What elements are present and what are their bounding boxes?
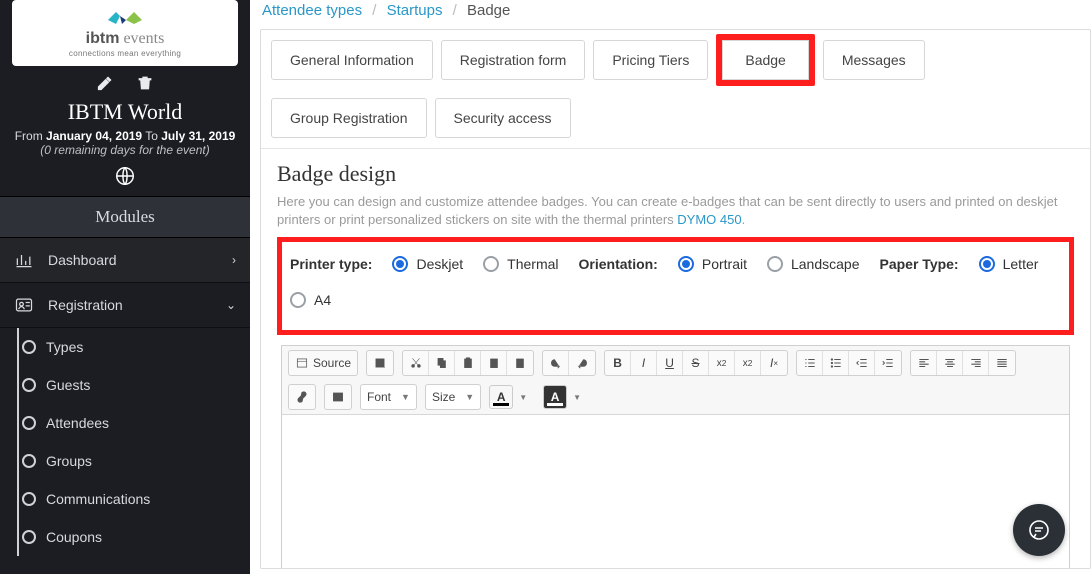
tabs: General Information Registration form Pr… (261, 30, 1090, 149)
tree-item-communications[interactable]: Communications (18, 480, 250, 518)
paste-word-button[interactable]: W (507, 351, 533, 375)
panel: General Information Registration form Pr… (260, 29, 1091, 569)
chart-icon (14, 250, 34, 270)
event-dates: From January 04, 2019 To July 31, 2019 (… (10, 129, 240, 157)
registration-tree: Types Guests Attendees Groups Communicat… (8, 328, 250, 556)
section-title: Badge design (277, 161, 1074, 187)
outdent-button[interactable] (849, 351, 875, 375)
badge-options: Printer type: Deskjet Thermal Orientatio… (277, 237, 1074, 335)
tab-registration-form[interactable]: Registration form (441, 40, 586, 80)
text-color-button[interactable]: A (489, 385, 513, 409)
user-card-icon (14, 295, 34, 315)
chevron-down-icon: ▼ (401, 392, 410, 402)
radio-deskjet[interactable]: Deskjet (392, 256, 463, 272)
bg-color-button[interactable]: A (543, 385, 567, 409)
logo-card: ibtm events connections mean everything (12, 0, 238, 66)
main-content: Attendee types / Startups / Badge Genera… (250, 0, 1091, 574)
radio-thermal[interactable]: Thermal (483, 256, 558, 272)
indent-button[interactable] (875, 351, 901, 375)
numbered-list-button[interactable] (797, 351, 823, 375)
editor-body[interactable] (282, 415, 1069, 569)
radio-icon (392, 256, 408, 272)
dymo-link[interactable]: DYMO 450 (677, 212, 741, 227)
tab-messages[interactable]: Messages (823, 40, 925, 80)
editor-toolbar: Source W (282, 346, 1069, 415)
source-button[interactable]: Source (289, 351, 357, 375)
image-button[interactable] (325, 385, 351, 409)
paper-type-label: Paper Type: (880, 256, 959, 272)
trash-icon[interactable] (136, 74, 154, 95)
nav-registration[interactable]: Registration ⌄ (0, 283, 250, 328)
help-text: Here you can design and customize attend… (277, 193, 1074, 229)
event-title: IBTM World (10, 99, 240, 125)
chevron-down-icon: ⌄ (226, 298, 236, 312)
tab-security-access[interactable]: Security access (435, 98, 571, 138)
align-justify-button[interactable] (989, 351, 1015, 375)
size-select[interactable]: Size▼ (425, 384, 481, 410)
breadcrumb-startups[interactable]: Startups (387, 2, 443, 19)
nav-dashboard-label: Dashboard (48, 252, 117, 268)
orientation-label: Orientation: (579, 256, 658, 272)
radio-icon (678, 256, 694, 272)
logo-icon (102, 6, 148, 28)
copy-button[interactable] (429, 351, 455, 375)
preview-button[interactable] (367, 351, 393, 375)
strike-button[interactable]: S (683, 351, 709, 375)
breadcrumb-current: Badge (467, 2, 510, 19)
radio-icon (767, 256, 783, 272)
nav-dashboard[interactable]: Dashboard › (0, 238, 250, 283)
tree-item-guests[interactable]: Guests (18, 366, 250, 404)
align-center-button[interactable] (937, 351, 963, 375)
font-select[interactable]: Font▼ (360, 384, 417, 410)
edit-icon[interactable] (96, 74, 114, 95)
chat-icon (1027, 518, 1051, 542)
logo-brand: ibtm events (22, 30, 228, 48)
underline-button[interactable]: U (657, 351, 683, 375)
undo-button[interactable] (543, 351, 569, 375)
tree-item-types[interactable]: Types (18, 328, 250, 366)
rich-text-editor: Source W (281, 345, 1070, 569)
tab-pricing-tiers[interactable]: Pricing Tiers (593, 40, 708, 80)
redo-button[interactable] (569, 351, 595, 375)
bullet-list-button[interactable] (823, 351, 849, 375)
tree-item-groups[interactable]: Groups (18, 442, 250, 480)
italic-button[interactable]: I (631, 351, 657, 375)
tree-item-attendees[interactable]: Attendees (18, 404, 250, 442)
radio-icon (483, 256, 499, 272)
radio-letter[interactable]: Letter (979, 256, 1039, 272)
superscript-button[interactable]: x2 (735, 351, 761, 375)
tab-badge[interactable]: Badge (716, 34, 814, 86)
radio-icon (290, 292, 306, 308)
radio-a4[interactable]: A4 (290, 292, 331, 308)
modules-header: Modules (0, 196, 250, 238)
subscript-button[interactable]: x2 (709, 351, 735, 375)
radio-landscape[interactable]: Landscape (767, 256, 860, 272)
chevron-down-icon: ▼ (465, 392, 474, 402)
printer-type-label: Printer type: (290, 256, 372, 272)
paste-text-button[interactable] (481, 351, 507, 375)
breadcrumb: Attendee types / Startups / Badge (250, 0, 1091, 29)
svg-text:W: W (518, 362, 523, 367)
link-button[interactable] (289, 385, 315, 409)
nav-registration-label: Registration (48, 297, 123, 313)
tree-item-coupons[interactable]: Coupons (18, 518, 250, 556)
cut-button[interactable] (403, 351, 429, 375)
align-left-button[interactable] (911, 351, 937, 375)
paste-button[interactable] (455, 351, 481, 375)
event-meta: IBTM World From January 04, 2019 To July… (0, 66, 250, 196)
tab-content: Badge design Here you can design and cus… (261, 149, 1090, 569)
breadcrumb-attendee-types[interactable]: Attendee types (262, 2, 362, 19)
chat-fab[interactable] (1013, 504, 1065, 556)
radio-icon (979, 256, 995, 272)
logo-tagline: connections mean everything (22, 49, 228, 58)
radio-portrait[interactable]: Portrait (678, 256, 747, 272)
align-right-button[interactable] (963, 351, 989, 375)
tab-group-registration[interactable]: Group Registration (271, 98, 427, 138)
sidebar: ibtm events connections mean everything … (0, 0, 250, 574)
bold-button[interactable]: B (605, 351, 631, 375)
globe-icon[interactable] (10, 165, 240, 190)
tab-general-information[interactable]: General Information (271, 40, 433, 80)
chevron-right-icon: › (232, 253, 236, 267)
remove-format-button[interactable]: I× (761, 351, 787, 375)
